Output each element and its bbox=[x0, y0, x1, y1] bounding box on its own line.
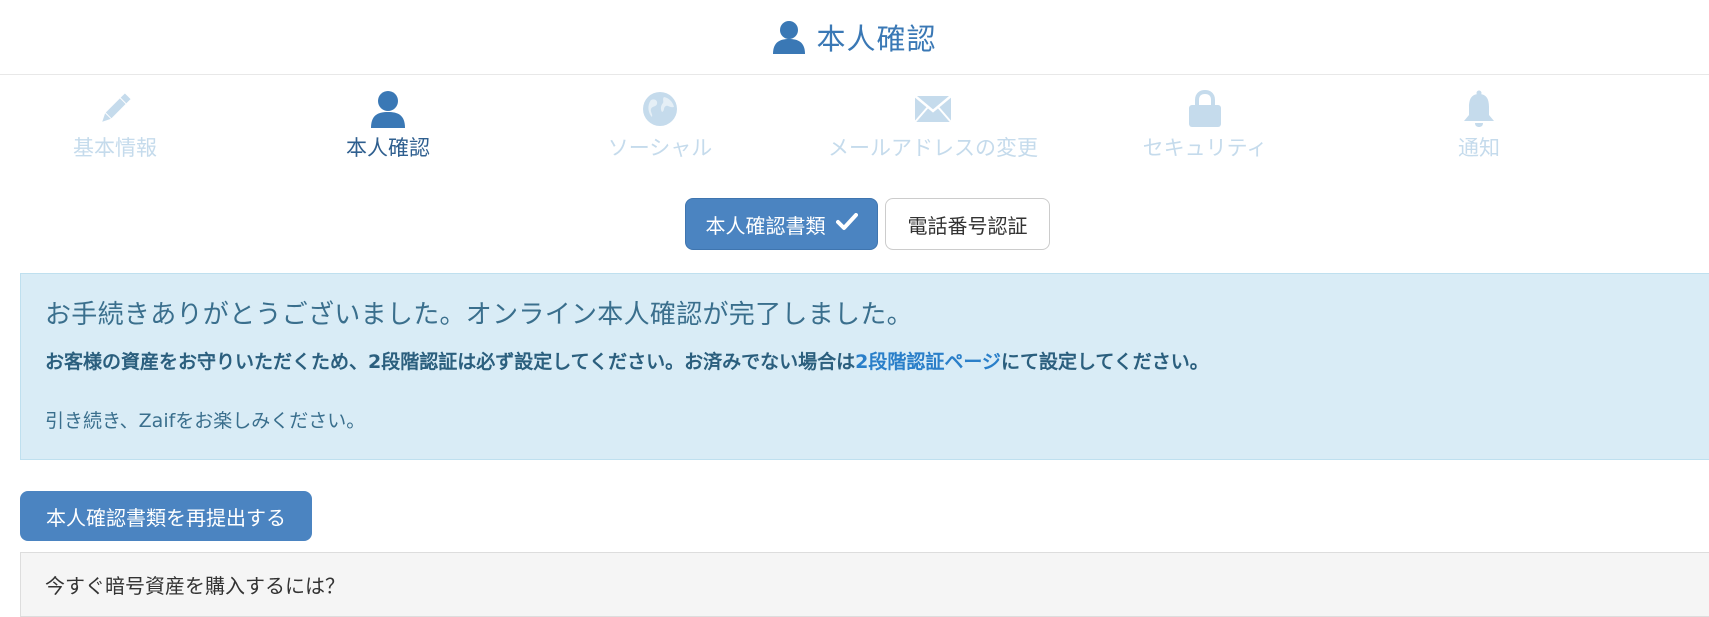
two-factor-page-link[interactable]: 2段階認証ページ bbox=[855, 351, 1001, 373]
nav-item-label: 基本情報 bbox=[73, 136, 157, 160]
alert-heading: お手続きありがとうございました。オンライン本人確認が完了しました。 bbox=[45, 300, 913, 330]
buy-crypto-panel[interactable]: 今すぐ暗号資産を購入するには？ bbox=[20, 552, 1709, 617]
nav-item-basic-info[interactable]: 基本情報 bbox=[0, 88, 245, 162]
notice-text-after: にて設定してください。 bbox=[1000, 351, 1209, 373]
page-title: 本人確認 bbox=[816, 22, 937, 56]
user-icon bbox=[772, 20, 806, 54]
phone-verification-button[interactable]: 電話番号認証 bbox=[885, 198, 1050, 250]
notice-text-before: お客様の資産をお守りいただくため、2段階認証は必ず設定してください。お済みでない… bbox=[45, 351, 856, 373]
nav-item-label: 本人確認 bbox=[346, 136, 430, 160]
nav-item-label: セキュリティ bbox=[1142, 136, 1268, 160]
nav-item-security[interactable]: セキュリティ bbox=[1075, 88, 1335, 162]
profile-nav: 基本情報 本人確認 ソーシャル メールアドレスの変更 セキュリティ 通知 bbox=[0, 88, 1709, 168]
nav-item-identity[interactable]: 本人確認 bbox=[258, 88, 518, 162]
two-factor-notice: お客様の資産をお守りいただくため、2段階認証は必ず設定してください。お済みでない… bbox=[45, 347, 1685, 374]
nav-item-notifications[interactable]: 通知 bbox=[1349, 88, 1609, 162]
identity-documents-label: 本人確認書類 bbox=[705, 213, 826, 238]
bell-icon bbox=[1349, 88, 1609, 130]
nav-item-email-change[interactable]: メールアドレスの変更 bbox=[803, 88, 1063, 162]
lock-icon bbox=[1075, 88, 1335, 130]
envelope-icon bbox=[803, 88, 1063, 130]
alert-closing-text: 引き続き、Zaifをお楽しみください。 bbox=[45, 410, 366, 432]
panel-heading: 今すぐ暗号資産を購入するには？ bbox=[45, 574, 345, 598]
nav-item-label: メールアドレスの変更 bbox=[828, 136, 1038, 160]
resubmit-documents-button[interactable]: 本人確認書類を再提出する bbox=[20, 491, 312, 541]
globe-icon bbox=[530, 88, 790, 130]
nav-item-label: ソーシャル bbox=[607, 136, 713, 160]
verification-complete-alert: お手続きありがとうございました。オンライン本人確認が完了しました。 お客様の資産… bbox=[20, 273, 1709, 460]
nav-item-social[interactable]: ソーシャル bbox=[530, 88, 790, 162]
user-icon bbox=[258, 88, 518, 130]
nav-item-label: 通知 bbox=[1458, 136, 1500, 160]
verification-method-toggle: 本人確認書類 電話番号認証 bbox=[685, 198, 1050, 250]
phone-verification-label: 電話番号認証 bbox=[907, 213, 1028, 238]
pencil-icon bbox=[0, 88, 245, 130]
page-header: 本人確認 bbox=[0, 0, 1709, 75]
identity-documents-button[interactable]: 本人確認書類 bbox=[685, 198, 878, 250]
check-icon bbox=[835, 212, 858, 236]
